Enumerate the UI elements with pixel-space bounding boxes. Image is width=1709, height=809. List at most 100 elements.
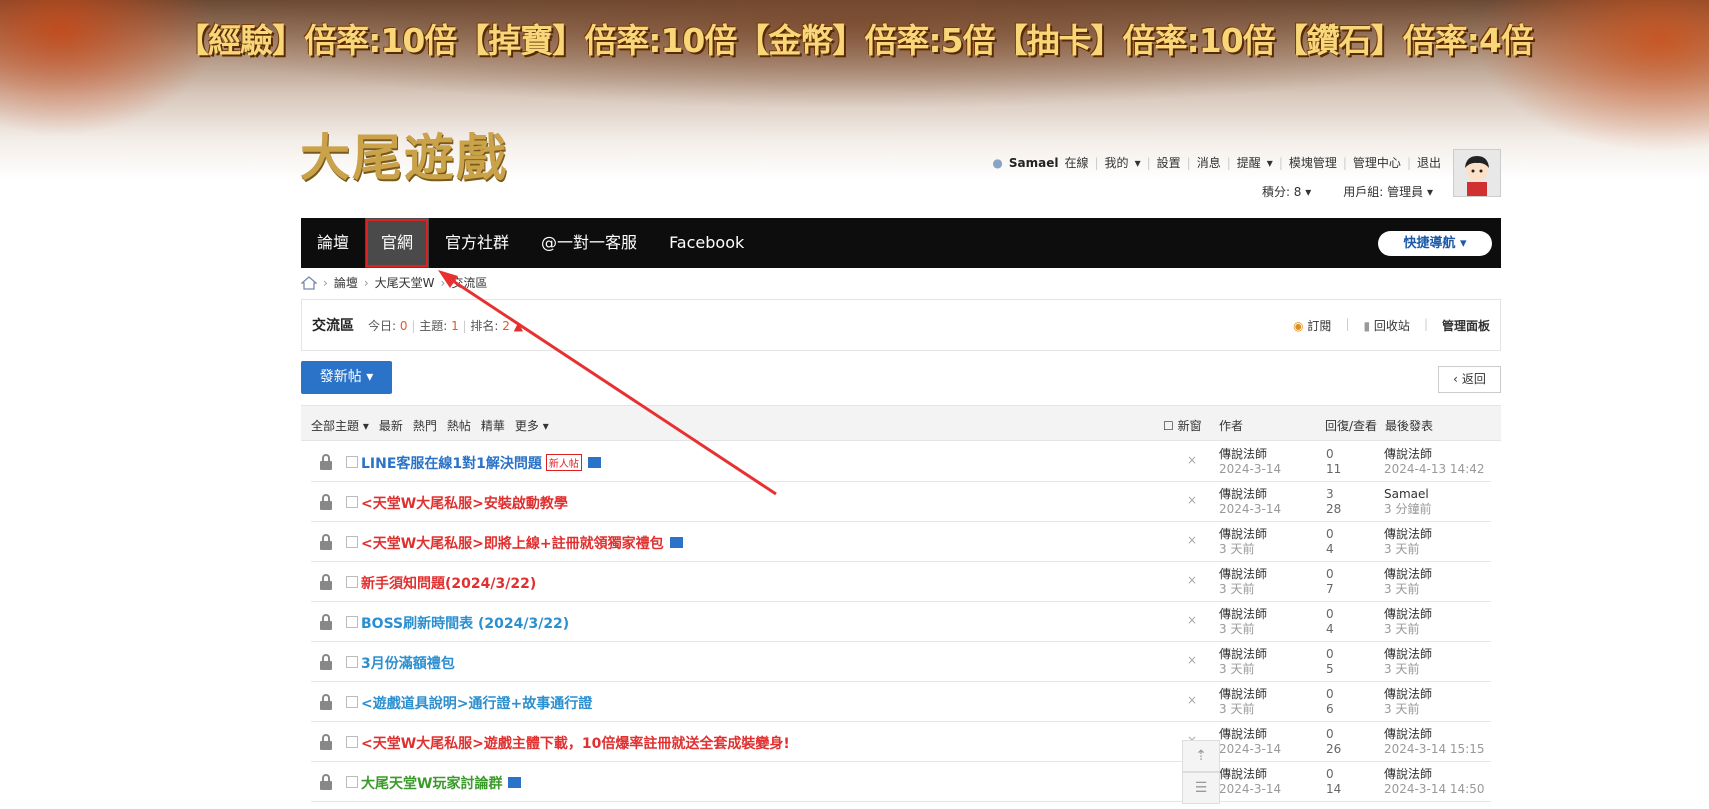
- author-name[interactable]: 傳說法師: [1219, 567, 1267, 582]
- table-row[interactable]: <天堂W大尾私服>即將上線+註冊就領獨家禮包 × 傳說法師 3 天前 0 4 傳說法師 3 天…: [311, 522, 1491, 562]
- table-row[interactable]: LINE客服在線1對1解決問題 新人帖 × 傳說法師 2024-3-14 0 11 傳說法師 2…: [311, 442, 1491, 482]
- quick-nav-button[interactable]: 快捷導航 ▾: [1378, 231, 1492, 256]
- close-icon[interactable]: ×: [1187, 493, 1197, 507]
- close-icon[interactable]: ×: [1187, 533, 1197, 547]
- thread-title[interactable]: <天堂W大尾私服>安裝啟動教學: [361, 493, 568, 513]
- user-group[interactable]: 用戶組: 管理員 ▾: [1343, 183, 1433, 200]
- last-poster[interactable]: Samael: [1384, 487, 1431, 502]
- last-poster[interactable]: 傳說法師: [1384, 687, 1432, 702]
- thread-title[interactable]: 3月份滿額禮包: [361, 653, 455, 673]
- author-name[interactable]: 傳說法師: [1219, 527, 1267, 542]
- user-points[interactable]: 積分: 8 ▾: [1262, 183, 1311, 200]
- filter-digest[interactable]: 精華: [481, 417, 505, 434]
- user-link-logout[interactable]: 退出: [1417, 154, 1441, 171]
- last-poster[interactable]: 傳說法師: [1384, 607, 1432, 622]
- site-logo[interactable]: 大尾遊戲: [300, 118, 508, 190]
- filter-latest[interactable]: 最新: [379, 417, 403, 434]
- row-checkbox[interactable]: [346, 616, 358, 628]
- user-link-my[interactable]: 我的: [1105, 154, 1129, 171]
- nav-facebook[interactable]: Facebook: [653, 218, 760, 268]
- author-name[interactable]: 傳說法師: [1219, 727, 1281, 742]
- row-checkbox[interactable]: [346, 576, 358, 588]
- close-icon[interactable]: ×: [1187, 613, 1197, 627]
- table-row[interactable]: <遊戲道具說明>通行證+故事通行證 × 傳說法師 3 天前 0 6 傳說法師 3 天前: [311, 682, 1491, 722]
- nav-community[interactable]: 官方社群: [429, 218, 525, 268]
- user-link-settings[interactable]: 設置: [1157, 154, 1181, 171]
- post-date: 2024-3-14: [1219, 502, 1282, 516]
- close-icon[interactable]: ×: [1187, 693, 1197, 707]
- breadcrumb-forum[interactable]: 論壇: [334, 274, 358, 291]
- breadcrumb-board[interactable]: 大尾天堂W: [375, 274, 435, 291]
- filter-hot-posts[interactable]: 熱帖: [447, 417, 471, 434]
- last-time: 3 分鐘前: [1384, 502, 1432, 516]
- thread-last-post: Samael 3 分鐘前: [1384, 487, 1431, 517]
- recycle-link[interactable]: ▮ 回收站: [1363, 317, 1409, 334]
- author-name[interactable]: 傳說法師: [1219, 647, 1267, 662]
- column-replies: 回復/查看: [1325, 419, 1378, 433]
- new-post-button[interactable]: 發新帖 ▾: [301, 361, 392, 394]
- new-user-badge: 新人帖: [545, 454, 582, 471]
- separator: |: [1406, 155, 1411, 170]
- username[interactable]: Samael: [1009, 156, 1059, 170]
- manage-panel-link[interactable]: 管理面板: [1442, 317, 1490, 334]
- user-status: 在線: [1064, 156, 1089, 170]
- last-poster[interactable]: 傳說法師: [1384, 767, 1485, 782]
- back-to-top-button[interactable]: ⇡: [1182, 740, 1220, 772]
- table-row[interactable]: 3月份滿額禮包 × 傳說法師 3 天前 0 5 傳說法師 3 天前: [311, 642, 1491, 682]
- nav-forum[interactable]: 論壇: [301, 218, 365, 268]
- thread-title[interactable]: LINE客服在線1對1解決問題 新人帖: [361, 453, 601, 473]
- filter-more[interactable]: 更多 ▾: [515, 417, 549, 434]
- author-name[interactable]: 傳說法師: [1219, 687, 1267, 702]
- row-checkbox[interactable]: [346, 656, 358, 668]
- thread-title[interactable]: <天堂W大尾私服>即將上線+註冊就領獨家禮包: [361, 533, 683, 553]
- avatar[interactable]: [1453, 149, 1501, 197]
- last-poster[interactable]: 傳說法師: [1384, 647, 1432, 662]
- filter-hot[interactable]: 熱門: [413, 417, 437, 434]
- author-name[interactable]: 傳說法師: [1219, 767, 1281, 782]
- last-poster[interactable]: 傳說法師: [1384, 527, 1432, 542]
- thread-title[interactable]: <遊戲道具說明>通行證+故事通行證: [361, 693, 592, 713]
- user-link-messages[interactable]: 消息: [1197, 154, 1221, 171]
- thread-title[interactable]: <天堂W大尾私服>遊戲主體下載，10倍爆率註冊就送全套成裝變身!: [361, 733, 790, 753]
- list-view-button[interactable]: ☰: [1182, 772, 1220, 804]
- close-icon[interactable]: ×: [1187, 453, 1197, 467]
- reply-count: 0: [1326, 527, 1334, 541]
- nav-support[interactable]: @一對一客服: [525, 218, 653, 268]
- table-row[interactable]: <天堂W大尾私服>遊戲主體下載，10倍爆率註冊就送全套成裝變身!×傳說法師202…: [311, 722, 1491, 762]
- nav-official-site[interactable]: 官網: [365, 218, 430, 268]
- thread-title[interactable]: 新手須知問題(2024/3/22): [361, 573, 536, 593]
- new-window-toggle[interactable]: ☐ 新窗: [1163, 417, 1202, 434]
- lock-icon: [320, 614, 332, 630]
- author-name[interactable]: 傳說法師: [1219, 487, 1281, 502]
- author-name[interactable]: 傳說法師: [1219, 447, 1281, 462]
- thread-title[interactable]: BOSS刷新時間表 (2024/3/22): [361, 613, 569, 633]
- back-button[interactable]: ‹ 返回: [1438, 366, 1501, 393]
- row-checkbox[interactable]: [346, 736, 358, 748]
- user-link-notify[interactable]: 提醒: [1237, 154, 1261, 171]
- home-icon[interactable]: [301, 275, 317, 290]
- filter-all[interactable]: 全部主題 ▾: [311, 417, 369, 434]
- table-row[interactable]: 大尾天堂W玩家討論群×傳說法師2024-3-14014傳說法師2024-3-14…: [311, 762, 1491, 802]
- table-row[interactable]: 新手須知問題(2024/3/22) × 傳說法師 3 天前 0 7 傳說法師 3 天前: [311, 562, 1491, 602]
- user-link-admin[interactable]: 管理中心: [1353, 154, 1401, 171]
- table-row[interactable]: BOSS刷新時間表 (2024/3/22) × 傳說法師 3 天前 0 4 傳說法師 3 天前: [311, 602, 1491, 642]
- table-row[interactable]: <天堂W大尾私服>安裝啟動教學 × 傳說法師 2024-3-14 3 28 Samael 3 …: [311, 482, 1491, 522]
- thread-counts: 04: [1326, 607, 1334, 637]
- row-checkbox[interactable]: [346, 696, 358, 708]
- subscribe-link[interactable]: ◉ 訂閱: [1293, 317, 1331, 334]
- separator: |: [1423, 316, 1428, 331]
- last-poster[interactable]: 傳說法師: [1384, 727, 1485, 742]
- last-poster[interactable]: 傳說法師: [1384, 447, 1485, 462]
- close-icon[interactable]: ×: [1187, 653, 1197, 667]
- last-poster[interactable]: 傳說法師: [1384, 567, 1432, 582]
- thread-title[interactable]: 大尾天堂W玩家討論群: [361, 773, 522, 793]
- user-link-modules[interactable]: 模塊管理: [1289, 154, 1337, 171]
- row-checkbox[interactable]: [346, 776, 358, 788]
- row-checkbox[interactable]: [346, 536, 358, 548]
- row-checkbox[interactable]: [346, 496, 358, 508]
- lock-icon: [320, 774, 332, 790]
- author-name[interactable]: 傳說法師: [1219, 607, 1267, 622]
- close-icon[interactable]: ×: [1187, 573, 1197, 587]
- row-checkbox[interactable]: [346, 456, 358, 468]
- breadcrumb-current[interactable]: 交流區: [451, 274, 487, 291]
